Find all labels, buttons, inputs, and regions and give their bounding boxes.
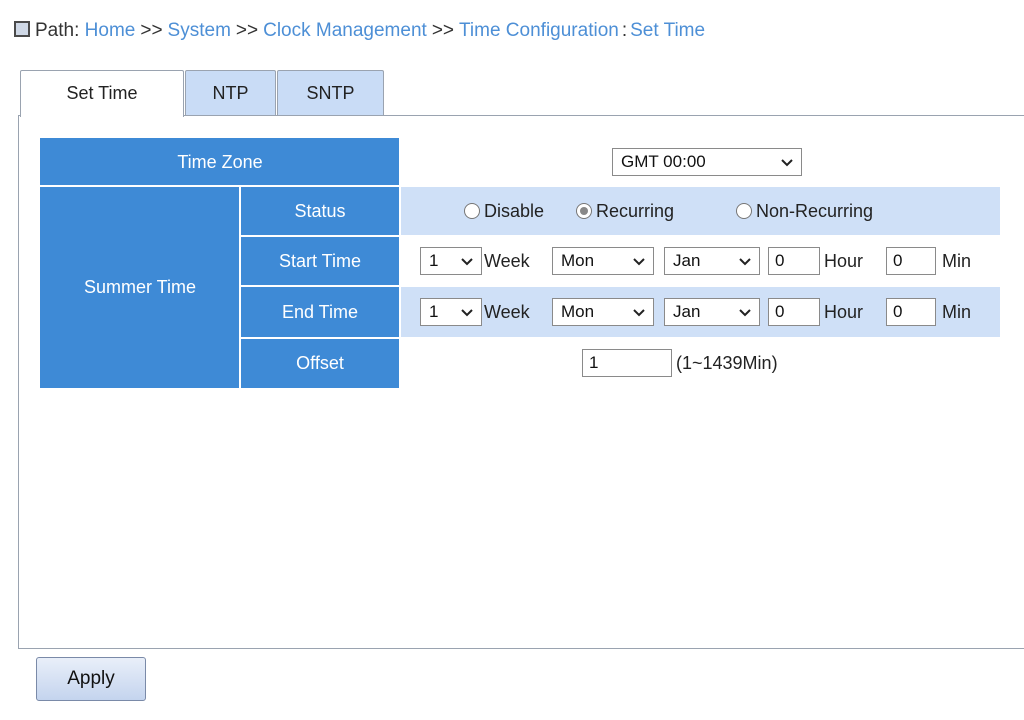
- chevron-down-icon: [461, 258, 473, 266]
- tab-sntp[interactable]: SNTP: [277, 70, 384, 115]
- status-cell: Disable Recurring Non-Recurring: [400, 186, 1000, 236]
- status-disable-radio[interactable]: [464, 203, 480, 219]
- time-zone-label: Time Zone: [40, 138, 400, 186]
- start-min-input[interactable]: 0: [886, 247, 936, 275]
- end-hour-input[interactable]: 0: [768, 298, 820, 326]
- chevron-down-icon: [739, 258, 751, 266]
- status-recurring-radio[interactable]: [576, 203, 592, 219]
- end-time-cell: 1 Week Mon Jan 0 Hour 0 Min: [400, 286, 1000, 338]
- start-hour-input[interactable]: 0: [768, 247, 820, 275]
- square-icon: [14, 21, 30, 37]
- start-min-unit: Min: [942, 251, 972, 271]
- status-recurring-label: Recurring: [596, 201, 675, 221]
- time-zone-value: GMT 00:00: [621, 152, 706, 171]
- chevron-down-icon: [461, 309, 473, 317]
- breadcrumb-separator: >>: [140, 20, 163, 41]
- end-min-unit: Min: [942, 302, 972, 322]
- path-label: Path:: [35, 20, 80, 41]
- offset-cell: 1 (1~1439Min): [400, 338, 1000, 388]
- status-non-recurring-radio[interactable]: [736, 203, 752, 219]
- end-week-value: 1: [429, 302, 439, 321]
- start-week-value: 1: [429, 251, 439, 270]
- start-week-unit: Week: [484, 251, 530, 271]
- summer-time-label: Summer Time: [40, 186, 240, 388]
- start-time-cell: 1 Week Mon Jan 0 Hour 0 Min: [400, 236, 1000, 286]
- end-min-input[interactable]: 0: [886, 298, 936, 326]
- start-hour-unit: Hour: [824, 251, 864, 271]
- apply-button[interactable]: Apply: [36, 657, 146, 701]
- time-zone-select[interactable]: GMT 00:00: [612, 148, 802, 176]
- breadcrumb-separator: >>: [235, 20, 259, 41]
- end-day-value: Mon: [561, 302, 595, 321]
- end-hour-unit: Hour: [824, 302, 864, 322]
- end-time-label: End Time: [240, 286, 400, 338]
- end-day-select[interactable]: Mon: [552, 298, 654, 326]
- chevron-down-icon: [633, 258, 645, 266]
- status-non-recurring-label: Non-Recurring: [756, 201, 874, 221]
- start-week-select[interactable]: 1: [420, 247, 482, 275]
- breadcrumb-system[interactable]: System: [168, 20, 231, 41]
- tab-set-time[interactable]: Set Time: [20, 70, 184, 117]
- breadcrumb-current: Set Time: [630, 20, 706, 41]
- start-month-value: Jan: [673, 251, 701, 270]
- status-disable-label: Disable: [484, 201, 545, 221]
- tab-ntp[interactable]: NTP: [185, 70, 276, 115]
- start-month-select[interactable]: Jan: [664, 247, 760, 275]
- start-day-select[interactable]: Mon: [552, 247, 654, 275]
- end-month-value: Jan: [673, 302, 701, 321]
- chevron-down-icon: [633, 309, 645, 317]
- breadcrumb: Path: Home >> System >> Clock Management >> Ti…: [14, 18, 705, 44]
- end-week-unit: Week: [484, 302, 530, 322]
- end-week-select[interactable]: 1: [420, 298, 482, 326]
- start-day-value: Mon: [561, 251, 595, 270]
- offset-range-hint: (1~1439Min): [676, 353, 778, 373]
- offset-input[interactable]: 1: [582, 349, 672, 377]
- time-zone-cell: GMT 00:00: [400, 138, 1000, 186]
- chevron-down-icon: [739, 309, 751, 317]
- breadcrumb-separator: >>: [431, 20, 455, 41]
- breadcrumb-home[interactable]: Home: [85, 20, 136, 41]
- status-label: Status: [240, 186, 400, 236]
- start-time-label: Start Time: [240, 236, 400, 286]
- time-settings-table: Time Zone GMT 00:00 Summer Time Status D…: [40, 138, 1000, 388]
- offset-label: Offset: [240, 338, 400, 388]
- breadcrumb-clock-management[interactable]: Clock Management: [263, 20, 427, 41]
- end-month-select[interactable]: Jan: [664, 298, 760, 326]
- breadcrumb-time-configuration[interactable]: Time Configuration: [459, 20, 619, 41]
- chevron-down-icon: [781, 159, 793, 167]
